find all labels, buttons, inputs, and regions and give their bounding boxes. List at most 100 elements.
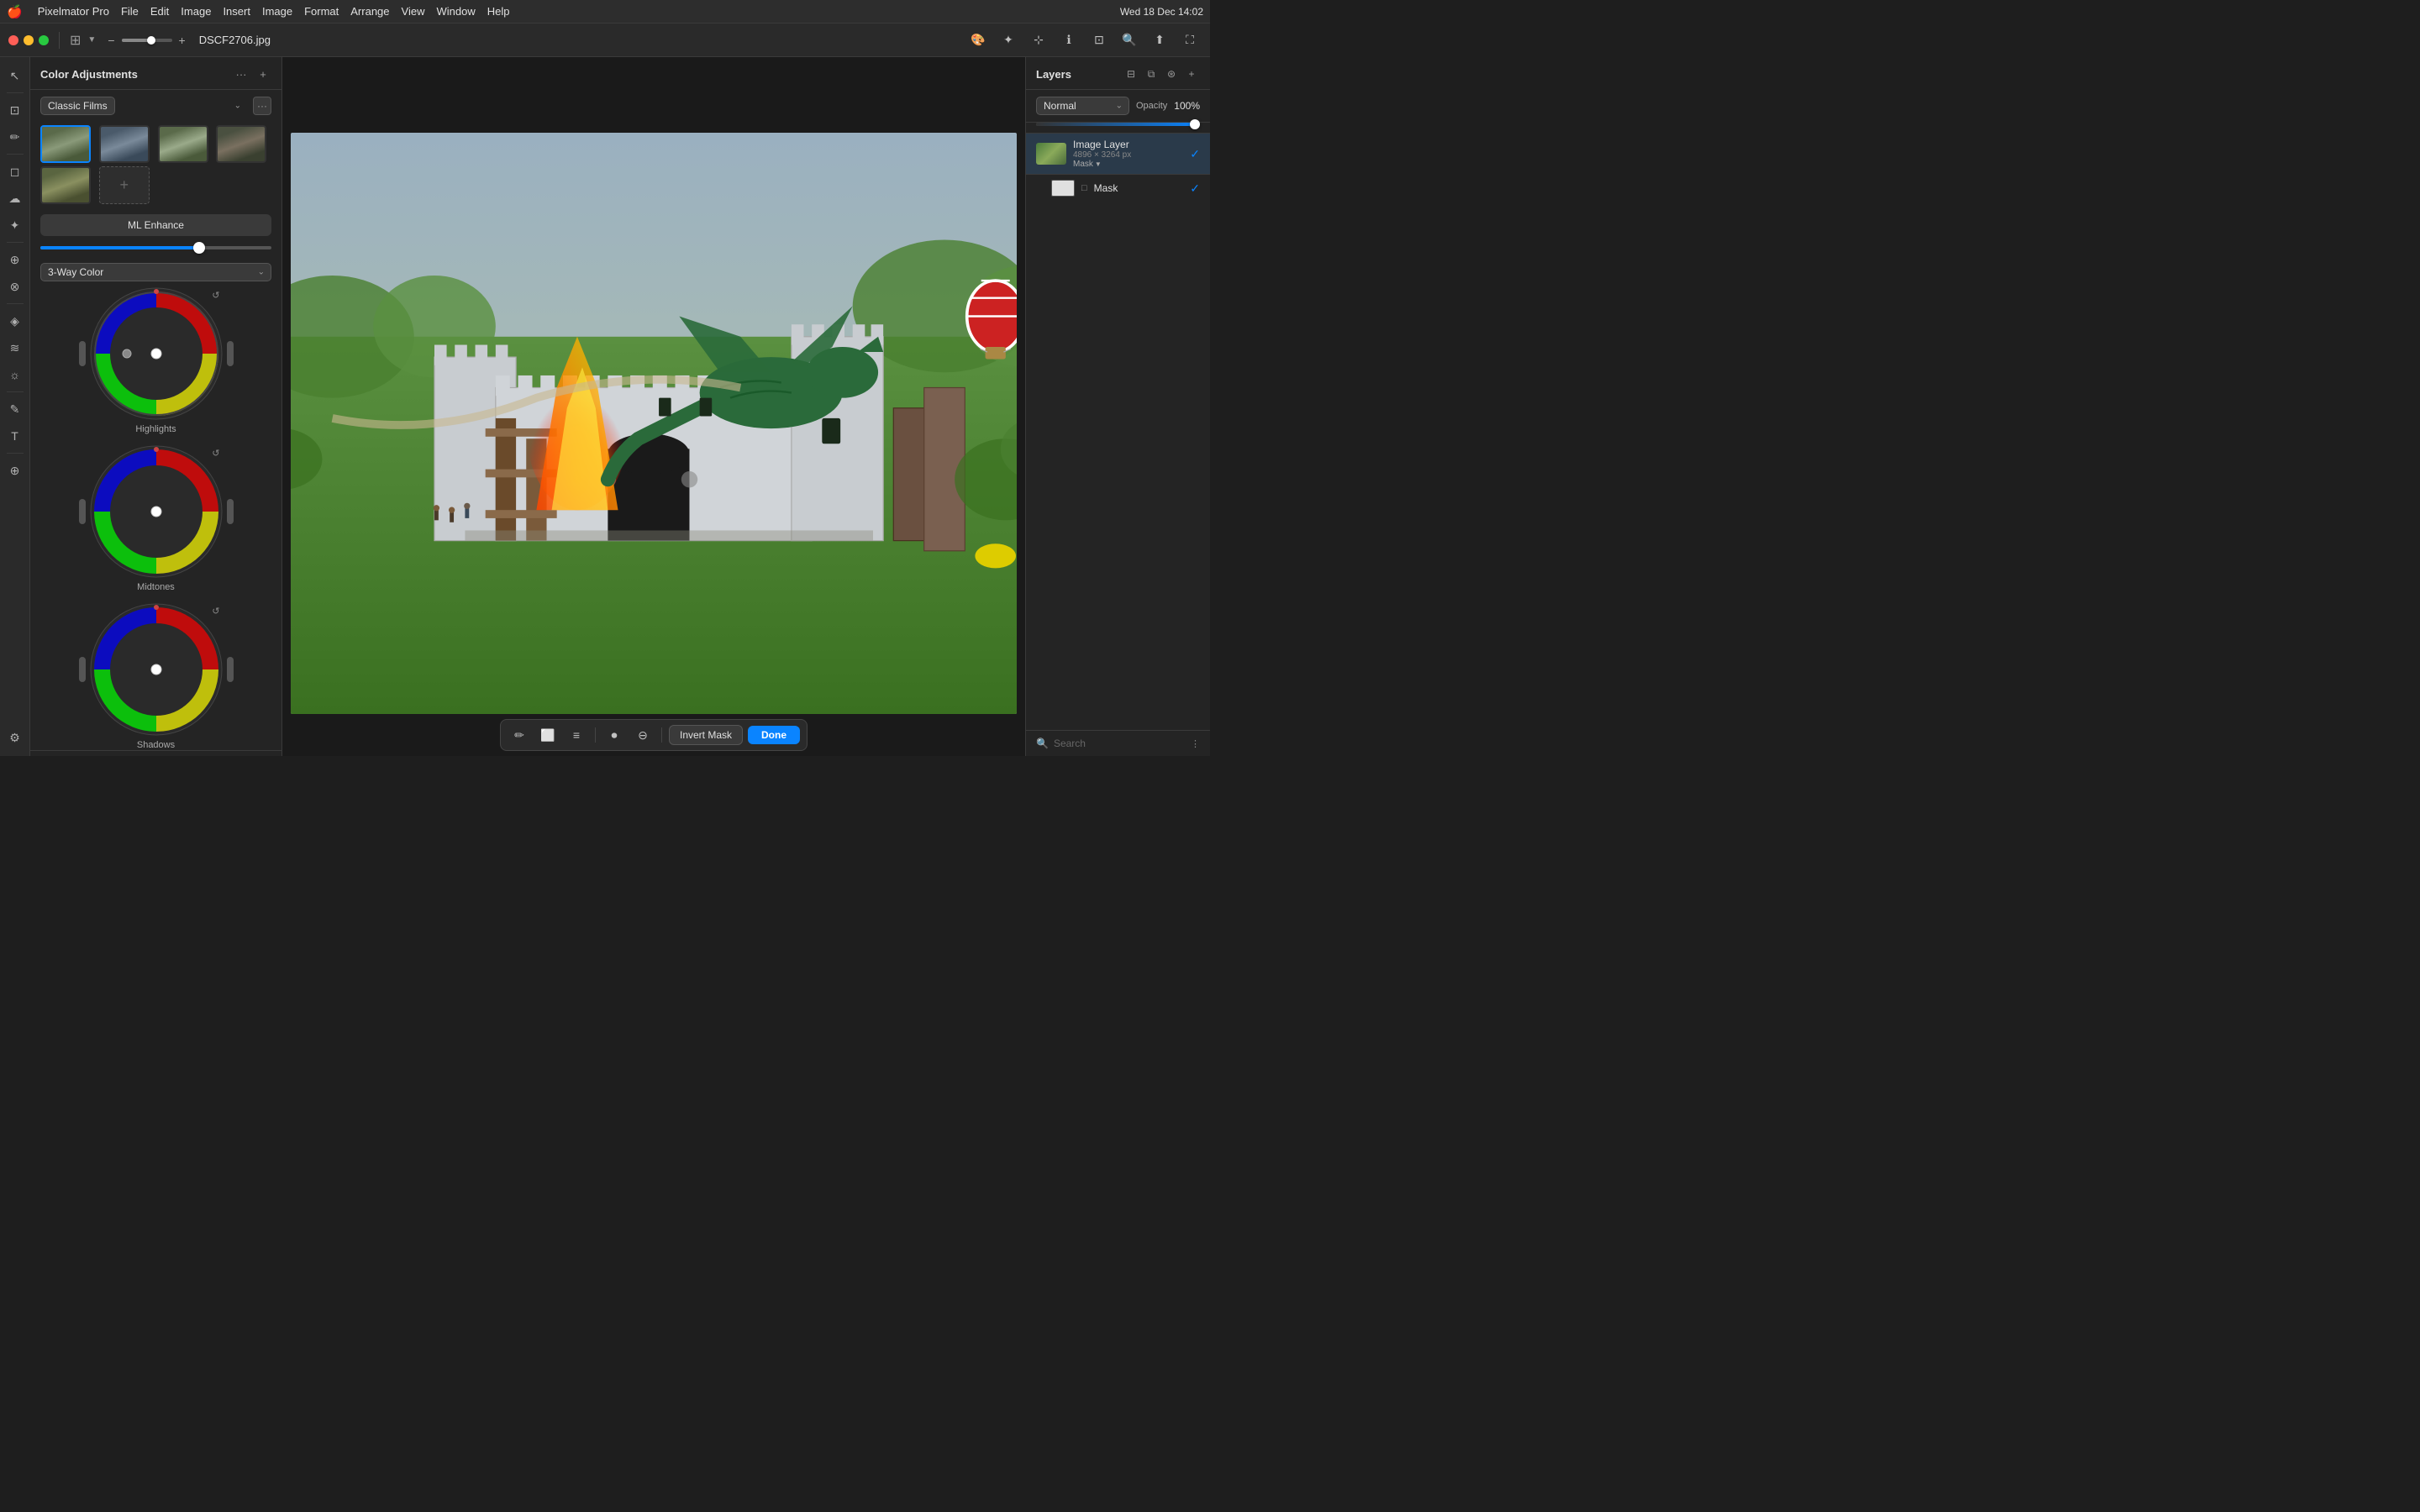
fullscreen-window-button[interactable] — [39, 35, 49, 45]
paint-tool[interactable]: ✏ — [3, 125, 27, 149]
minimize-window-button[interactable] — [24, 35, 34, 45]
type-tool[interactable]: T — [3, 424, 27, 448]
menu-edit[interactable]: Edit — [150, 5, 169, 18]
brush-2-tool[interactable]: ✎ — [3, 397, 27, 421]
layers-zoom-btn[interactable]: ⊟ — [1123, 66, 1139, 82]
preset-add-btn[interactable]: + — [99, 166, 150, 204]
adjustments-tool-btn[interactable]: ≡ — [565, 723, 588, 747]
enhance-slider-thumb[interactable] — [193, 242, 205, 254]
ml-enhance-button[interactable]: ML Enhance — [40, 214, 271, 236]
select-tool[interactable]: ↖ — [3, 64, 27, 87]
smudge-tool[interactable]: ☁ — [3, 186, 27, 210]
mask-layer-thumb — [1051, 180, 1075, 197]
menu-image2[interactable]: Image — [262, 5, 292, 18]
layers-filter-btn[interactable]: ⊛ — [1163, 66, 1180, 82]
panel-add-btn[interactable]: + — [255, 66, 271, 82]
opacity-slider-thumb[interactable] — [1190, 119, 1200, 129]
crop-btn[interactable]: ⊡ — [1087, 29, 1111, 52]
menu-window[interactable]: Window — [436, 5, 475, 18]
retouch-tool[interactable]: ◈ — [3, 309, 27, 333]
color-picker-btn[interactable]: 🎨 — [966, 29, 990, 52]
close-window-button[interactable] — [8, 35, 18, 45]
canvas-bottom-bar: ✏ ⬜ ≡ ⏺ ⊖ Invert Mask Done — [282, 714, 1025, 756]
mask-badge[interactable]: Mask ▼ — [1073, 160, 1183, 169]
eraser-tool[interactable]: ◻ — [3, 160, 27, 183]
opacity-slider-track[interactable] — [1036, 123, 1200, 126]
mask-record-btn[interactable]: ⏺ — [602, 723, 626, 747]
menu-view[interactable]: View — [402, 5, 425, 18]
menu-arrange[interactable]: Arrange — [350, 5, 389, 18]
preset-thumb-5[interactable] — [40, 166, 91, 204]
opacity-value: 100% — [1174, 100, 1200, 112]
midtones-reset-btn[interactable]: ↺ — [212, 448, 219, 459]
zoom-minus-icon[interactable]: − — [108, 34, 114, 47]
enhance-slider-track[interactable] — [40, 246, 271, 249]
fullscreen-btn[interactable]: ⛶ — [1178, 29, 1202, 52]
zoom-tool[interactable]: ⊕ — [3, 459, 27, 482]
shadows-wheel-wrapper: ↺ — [89, 602, 224, 737]
sharpen-tool[interactable]: ✦ — [3, 213, 27, 237]
levels-section: Levels — [30, 750, 281, 756]
shadows-label: Shadows — [40, 740, 271, 750]
canvas-area: ✏ ⬜ ≡ ⏺ ⊖ Invert Mask Done — [282, 57, 1025, 756]
shadows-wheel-svg[interactable] — [89, 602, 224, 737]
dodge-tool[interactable]: ☼ — [3, 363, 27, 386]
clone-tool[interactable]: ⊕ — [3, 248, 27, 271]
shadows-left-handle[interactable] — [79, 657, 86, 682]
layers-search-input[interactable] — [1054, 738, 1186, 749]
share-btn[interactable]: ⬆ — [1148, 29, 1171, 52]
blend-mode-dropdown[interactable]: Normal Multiply Screen — [1036, 97, 1129, 115]
midtones-left-handle[interactable] — [79, 499, 86, 524]
layers-copy-btn[interactable]: ⧉ — [1143, 66, 1160, 82]
highlights-wheel-svg[interactable] — [89, 286, 224, 421]
crop-tool[interactable]: ⊡ — [3, 98, 27, 122]
panel-more-btn[interactable]: ··· — [233, 66, 250, 82]
settings-tool[interactable]: ⚙ — [3, 726, 27, 749]
layers-add-btn[interactable]: + — [1183, 66, 1200, 82]
menu-file[interactable]: File — [121, 5, 139, 18]
panel-title: Color Adjustments — [40, 68, 233, 81]
menu-insert[interactable]: Insert — [223, 5, 250, 18]
preset-thumb-3[interactable] — [158, 125, 208, 163]
layers-header: Layers ⊟ ⧉ ⊛ + — [1026, 57, 1210, 90]
highlights-right-handle[interactable] — [227, 341, 234, 366]
mask-minus-btn[interactable]: ⊖ — [631, 723, 655, 747]
preset-thumb-2[interactable] — [99, 125, 150, 163]
sidebar-toggle-icon[interactable]: ⊞ — [70, 32, 81, 49]
shadows-reset-btn[interactable]: ↺ — [212, 606, 219, 617]
preset-dropdown[interactable]: Classic Films Film Noir Vintage — [40, 97, 115, 115]
mask-layer-item[interactable]: □ Mask ✓ — [1026, 175, 1210, 202]
layer-visible-checkbox[interactable]: ✓ — [1190, 147, 1200, 161]
midtones-right-handle[interactable] — [227, 499, 234, 524]
menu-help[interactable]: Help — [487, 5, 510, 18]
sidebar-toggle-chevron[interactable]: ▼ — [87, 35, 96, 45]
preset-thumb-1[interactable] — [40, 125, 91, 163]
brush-tool-btn[interactable]: ✏ — [508, 723, 531, 747]
search-options-btn[interactable]: ⋮ — [1191, 738, 1200, 749]
apple-menu[interactable]: 🍎 — [7, 4, 23, 19]
midtones-wheel-svg[interactable] — [89, 444, 224, 579]
color-wheels: ↺ — [30, 286, 281, 750]
zoom-btn[interactable]: 🔍 — [1118, 29, 1141, 52]
blur-tool[interactable]: ≋ — [3, 336, 27, 360]
eraser-tool-btn[interactable]: ⬜ — [536, 723, 560, 747]
zoom-plus-icon[interactable]: + — [179, 34, 186, 47]
done-button[interactable]: Done — [748, 726, 800, 744]
menu-image[interactable]: Image — [181, 5, 211, 18]
menu-format[interactable]: Format — [304, 5, 339, 18]
adjust-btn[interactable]: ⊹ — [1027, 29, 1050, 52]
info-btn[interactable]: ℹ — [1057, 29, 1081, 52]
effects-btn[interactable]: ✦ — [997, 29, 1020, 52]
invert-mask-button[interactable]: Invert Mask — [669, 725, 743, 745]
preset-thumb-4[interactable] — [216, 125, 266, 163]
three-way-dropdown[interactable]: 3-Way Color — [40, 263, 271, 281]
zoom-slider[interactable] — [122, 39, 172, 42]
highlights-reset-btn[interactable]: ↺ — [212, 290, 219, 301]
heal-tool[interactable]: ⊗ — [3, 275, 27, 298]
shadows-right-handle[interactable] — [227, 657, 234, 682]
preset-more-btn[interactable]: ··· — [253, 97, 271, 115]
mask-visible-checkbox[interactable]: ✓ — [1190, 181, 1200, 196]
highlights-left-handle[interactable] — [79, 341, 86, 366]
menu-app[interactable]: Pixelmator Pro — [38, 5, 109, 18]
image-layer-item[interactable]: Image Layer 4896 × 3264 px Mask ▼ ✓ — [1026, 134, 1210, 175]
